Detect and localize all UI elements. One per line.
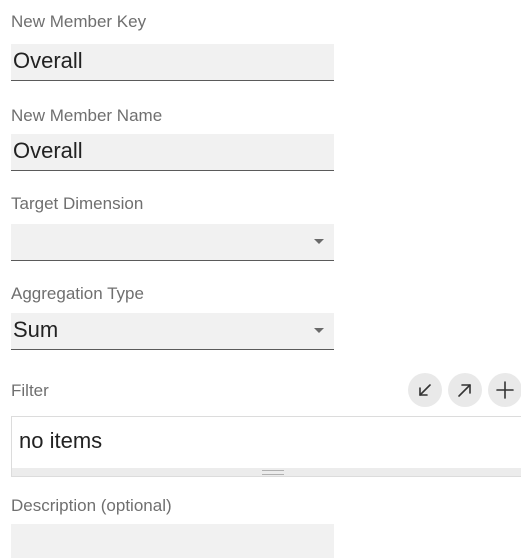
aggregation-type-value: Sum <box>13 317 59 342</box>
new-member-form: New Member Key Overall New Member Name O… <box>0 0 521 558</box>
new-member-name-input[interactable]: Overall <box>11 134 334 171</box>
new-member-key-label: New Member Key <box>11 12 147 31</box>
target-dimension-label: Target Dimension <box>11 194 144 213</box>
filter-empty-text: no items <box>19 428 103 453</box>
collapse-arrow-button[interactable] <box>408 373 442 407</box>
filter-label: Filter <box>11 381 49 400</box>
new-member-key-input[interactable]: Overall <box>11 44 334 81</box>
aggregation-type-select[interactable]: Sum <box>11 313 334 350</box>
plus-icon <box>496 381 514 399</box>
new-member-name-value: Overall <box>13 138 83 163</box>
filter-resize-handle[interactable] <box>12 468 521 476</box>
aggregation-type-label: Aggregation Type <box>11 284 144 303</box>
new-member-key-value: Overall <box>13 48 83 73</box>
chevron-down-icon <box>314 328 324 333</box>
target-dimension-select[interactable] <box>11 224 334 261</box>
chevron-down-icon <box>314 239 324 244</box>
description-input[interactable] <box>11 524 334 558</box>
add-filter-button[interactable] <box>488 373 521 407</box>
description-label: Description (optional) <box>11 496 172 515</box>
filter-list[interactable]: no items <box>11 416 521 477</box>
expand-arrow-icon <box>458 384 471 397</box>
new-member-name-label: New Member Name <box>11 106 163 125</box>
collapse-arrow-icon <box>419 384 431 396</box>
expand-arrow-button[interactable] <box>448 373 482 407</box>
resize-grip-icon <box>262 470 284 475</box>
